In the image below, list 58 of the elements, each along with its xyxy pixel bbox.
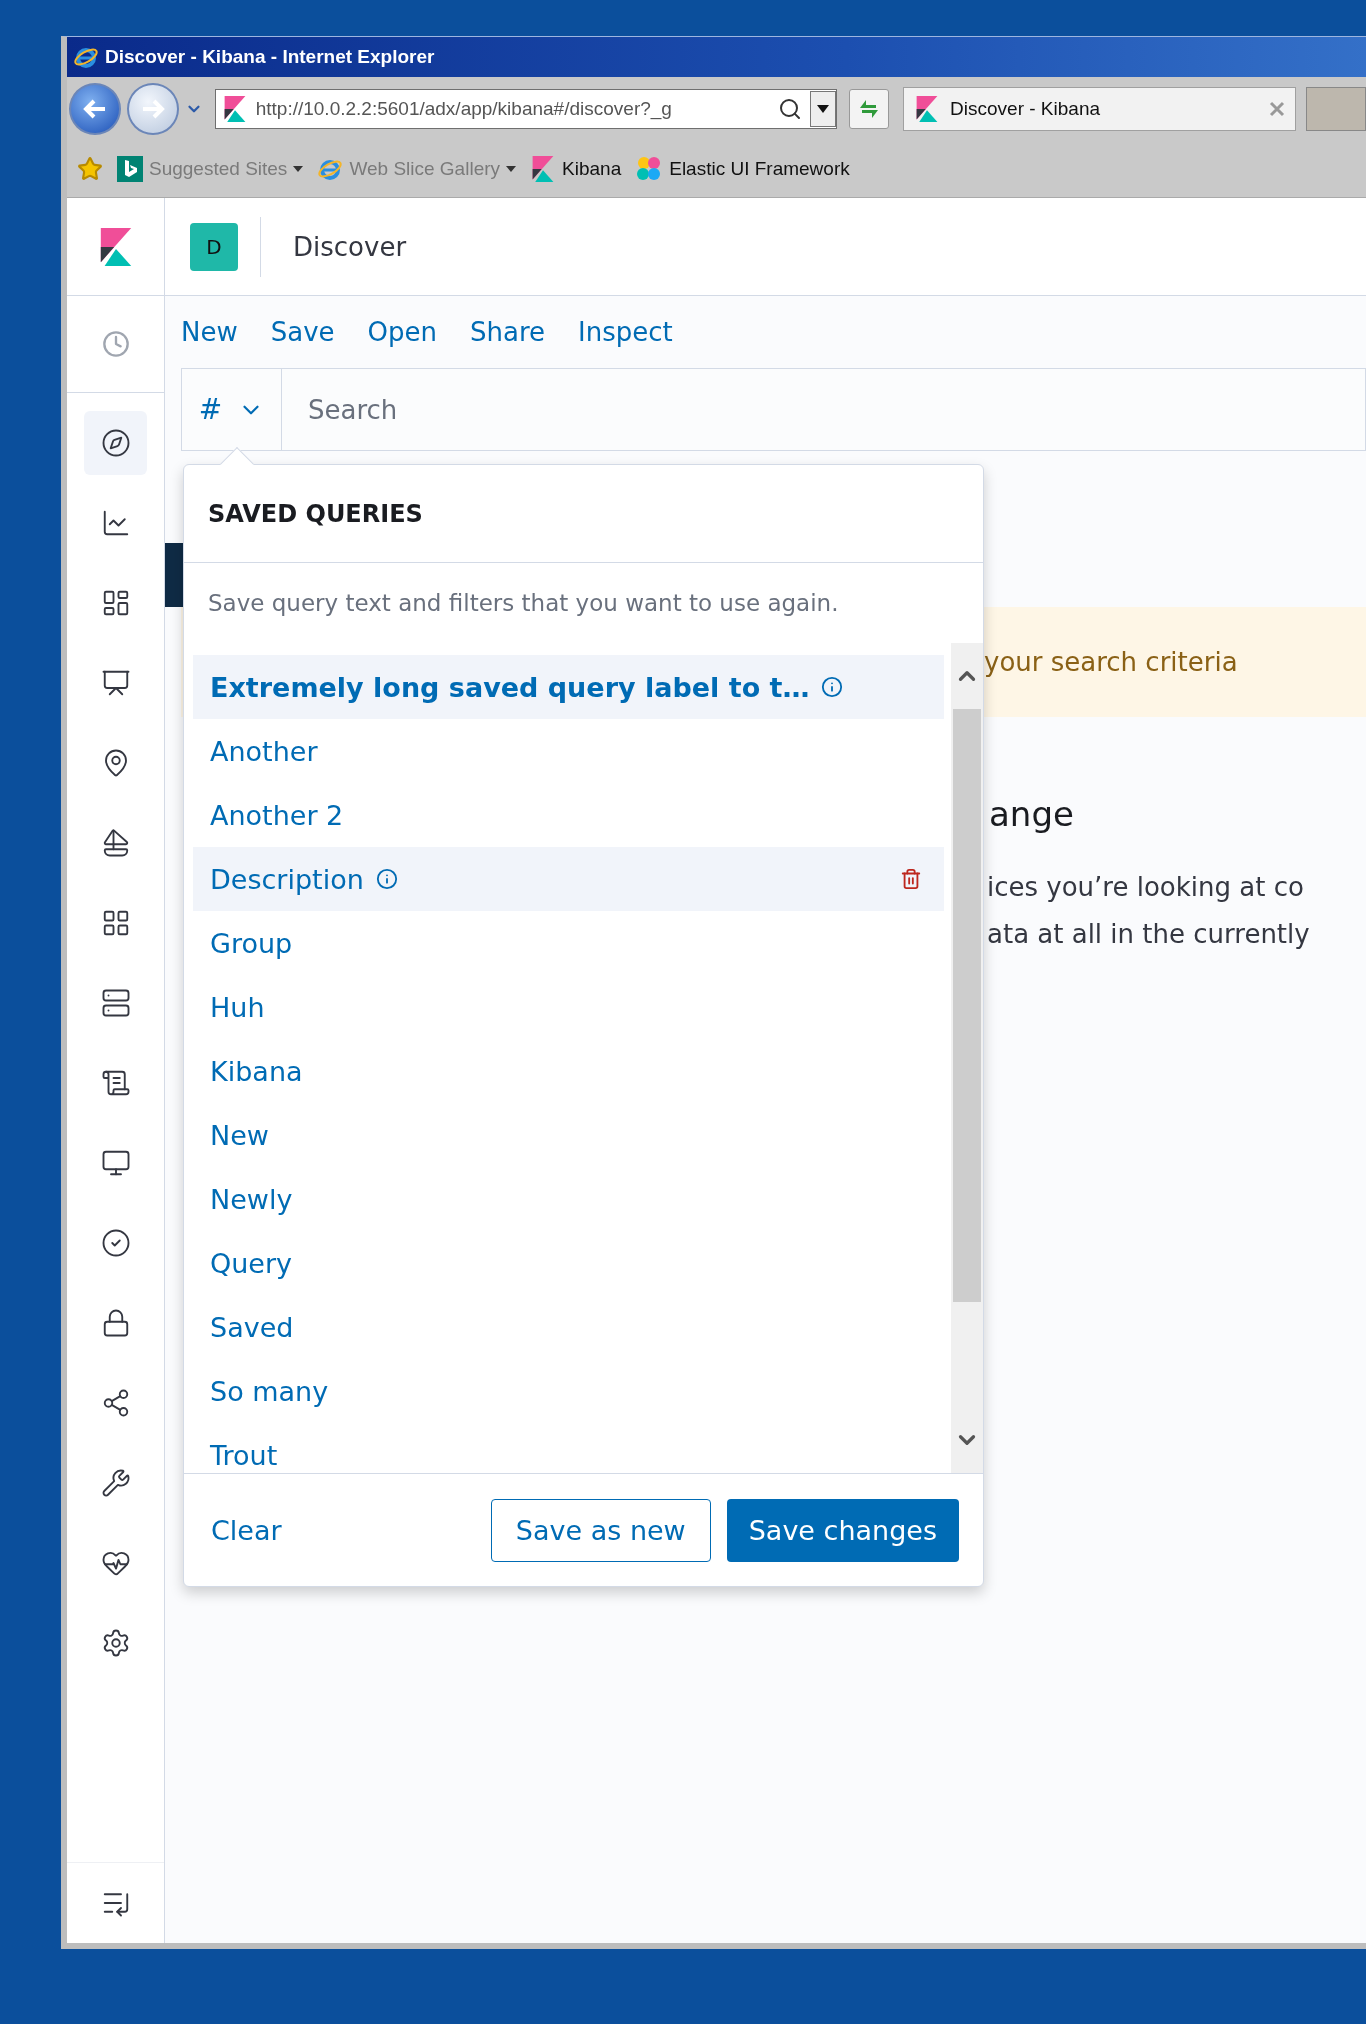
menu-link[interactable]: New <box>181 317 238 347</box>
saved-query-item[interactable]: Group <box>193 911 944 975</box>
saved-query-item[interactable]: Query <box>193 1231 944 1295</box>
info-icon[interactable] <box>821 676 844 698</box>
saved-query-item[interactable]: So many <box>193 1359 944 1423</box>
favorites-link[interactable]: Kibana <box>530 156 622 182</box>
saved-query-item[interactable]: Kibana <box>193 1039 944 1103</box>
compatibility-button[interactable] <box>849 89 890 129</box>
forward-button[interactable] <box>126 83 179 135</box>
address-dropdown-button[interactable] <box>810 91 837 127</box>
save-changes-button[interactable]: Save changes <box>726 1498 959 1562</box>
menu-link[interactable]: Save <box>270 317 335 347</box>
server-icon <box>100 988 131 1018</box>
easel-icon <box>100 668 131 698</box>
compass-icon <box>100 428 131 458</box>
saved-query-item[interactable]: Trout <box>193 1423 944 1473</box>
saved-query-item[interactable]: Another <box>193 719 944 783</box>
saved-query-item[interactable]: Huh <box>193 975 944 1039</box>
info-icon[interactable] <box>375 868 398 890</box>
paragraph-line: ices you’re looking at co <box>987 871 1305 904</box>
menu-link[interactable]: Open <box>367 317 437 347</box>
delete-button[interactable] <box>900 868 922 890</box>
save-as-new-button[interactable]: Save as new <box>490 1498 711 1562</box>
popover-title: SAVED QUERIES <box>208 499 423 528</box>
saved-query-item[interactable]: Newly <box>193 1167 944 1231</box>
menu-link[interactable]: Share <box>470 317 546 347</box>
monitor-icon <box>100 1148 131 1178</box>
paragraph-line: ata at all in the currently <box>987 918 1311 951</box>
trash-icon <box>900 868 922 890</box>
breadcrumb: Discover <box>293 231 407 262</box>
address-bar[interactable]: http://10.0.2.2:5601/adx/app/kibana#/discover?_g <box>214 89 838 129</box>
saved-query-item[interactable]: Saved <box>193 1295 944 1359</box>
close-icon <box>1269 101 1286 117</box>
scrollbar-thumb[interactable] <box>953 709 981 1302</box>
saved-queries-button[interactable]: # <box>182 369 282 450</box>
clear-button[interactable]: Clear <box>211 1514 282 1546</box>
saved-query-item[interactable]: Another 2 <box>193 783 944 847</box>
scroll-icon <box>100 1068 131 1098</box>
saved-query-item[interactable]: Description <box>193 847 944 911</box>
browser-tab[interactable]: Discover - Kibana <box>903 87 1297 131</box>
nav-item[interactable] <box>84 411 147 475</box>
space-avatar[interactable]: D <box>190 222 238 271</box>
menu-link[interactable]: Inspect <box>578 317 673 347</box>
check-circle-icon <box>100 1228 131 1258</box>
saved-query-item[interactable]: New <box>193 1103 944 1167</box>
heading: ange <box>989 794 1074 834</box>
window-title: Discover - Kibana - Internet Explorer <box>105 46 435 68</box>
bing-logo-icon <box>117 156 143 182</box>
button-edge <box>165 543 183 607</box>
back-button[interactable] <box>69 83 121 135</box>
search-icon[interactable] <box>778 97 803 121</box>
close-tab-button[interactable] <box>1269 101 1286 117</box>
search-field[interactable]: # Search <box>181 368 1366 451</box>
favorites-link[interactable]: Elastic UI Framework <box>635 155 850 183</box>
favorites-star-icon[interactable] <box>77 156 103 182</box>
caret-icon <box>817 105 830 113</box>
wrench-icon <box>100 1468 131 1498</box>
saved-query-item[interactable]: Extremely long saved query label to t… <box>193 655 944 719</box>
